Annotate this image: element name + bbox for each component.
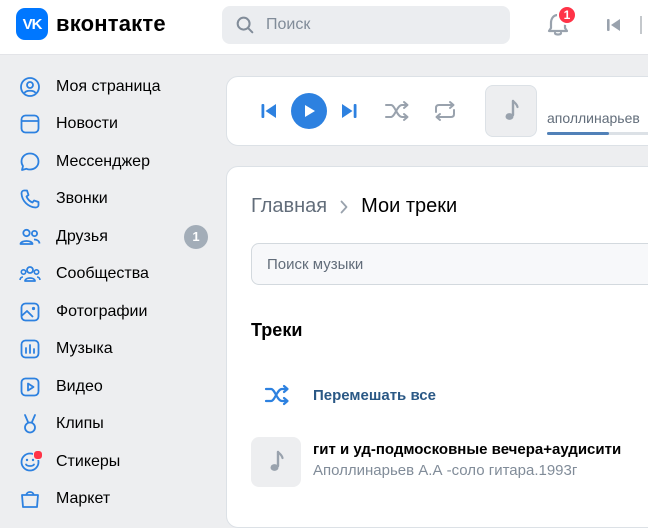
sidebar-item-label: Маркет: [56, 490, 111, 508]
sidebar-item-communities[interactable]: Сообщества: [0, 256, 220, 294]
new-dot-indicator: [33, 450, 43, 460]
sidebar-item-market[interactable]: Маркет: [0, 481, 220, 519]
message-icon: [20, 152, 40, 171]
music-note-icon: [270, 450, 284, 471]
track-cover[interactable]: [485, 85, 537, 137]
vk-logo[interactable]: VK вконтакте: [16, 8, 166, 40]
notification-badge: 1: [557, 5, 577, 25]
sidebar-item-label: Фотографии: [56, 302, 148, 320]
sidebar-item-music[interactable]: Музыка: [0, 331, 220, 369]
sidebar-item-label: Моя страница: [56, 77, 161, 95]
news-icon: [20, 114, 40, 134]
music-search-input[interactable]: Поиск музыки: [251, 243, 648, 285]
sidebar-nav: Моя страница Новости Мессенджер Звонки Д…: [0, 68, 220, 518]
audio-player: аполлинарьев: [226, 76, 648, 146]
phone-icon: [20, 189, 40, 209]
sidebar-item-my-page[interactable]: Моя страница: [0, 68, 220, 106]
header-divider: [640, 16, 642, 34]
track-row[interactable]: гит и уд-подмосковные вечера+аудисити Ап…: [251, 437, 648, 489]
shuffle-icon[interactable]: [383, 98, 411, 124]
sidebar-item-label: Новости: [56, 115, 118, 133]
play-button[interactable]: [291, 93, 327, 129]
shuffle-all-label: Перемешать все: [313, 386, 436, 404]
music-icon: [20, 339, 40, 359]
play-icon: [305, 105, 315, 117]
photo-icon: [20, 302, 40, 322]
sidebar-item-video[interactable]: Видео: [0, 368, 220, 406]
market-icon: [21, 491, 39, 509]
track-cover[interactable]: [251, 437, 301, 487]
vk-logo-icon: VK: [16, 8, 48, 40]
next-track-icon[interactable]: [339, 101, 359, 121]
now-playing-title: аполлинарьев: [547, 110, 640, 126]
communities-icon: [19, 266, 41, 283]
clips-icon: [24, 414, 36, 434]
sidebar-item-clips[interactable]: Клипы: [0, 406, 220, 444]
search-input[interactable]: Поиск: [222, 6, 510, 44]
user-circle-icon: [20, 76, 40, 97]
page-title: Мои треки: [361, 195, 458, 217]
video-icon: [20, 377, 40, 397]
sidebar-item-news[interactable]: Новости: [0, 106, 220, 144]
previous-track-icon[interactable]: [604, 15, 624, 35]
shuffle-all-button[interactable]: Перемешать все: [251, 381, 436, 409]
search-icon: [236, 16, 254, 34]
breadcrumb: Главная Мои треки: [251, 195, 457, 218]
sidebar-item-friends[interactable]: Друзья 1: [0, 218, 220, 256]
music-main-panel: Главная Мои треки Поиск музыки Треки Пер…: [226, 166, 648, 528]
sidebar-item-label: Звонки: [56, 190, 108, 208]
sidebar-item-photos[interactable]: Фотографии: [0, 293, 220, 331]
logo-text: вконтакте: [56, 11, 166, 36]
sidebar-item-label: Видео: [56, 377, 103, 395]
tracks-heading: Треки: [251, 320, 303, 340]
repeat-icon[interactable]: [431, 99, 459, 123]
breadcrumb-home-link[interactable]: Главная: [251, 195, 327, 218]
previous-track-icon[interactable]: [259, 101, 279, 121]
music-search-placeholder: Поиск музыки: [267, 255, 364, 273]
sidebar-item-label: Друзья: [56, 227, 108, 245]
sidebar-item-label: Мессенджер: [56, 152, 150, 170]
track-title: гит и уд-подмосковные вечера+аудисити: [313, 441, 622, 458]
playback-progress-bar[interactable]: [547, 132, 648, 135]
sidebar-item-stickers[interactable]: Стикеры: [0, 443, 220, 481]
shuffle-icon: [264, 384, 289, 406]
top-header: VK вконтакте Поиск 1: [0, 0, 648, 55]
sidebar-item-label: Сообщества: [56, 265, 149, 283]
sidebar-item-calls[interactable]: Звонки: [0, 181, 220, 219]
chevron-right-icon: [340, 200, 348, 213]
track-artist[interactable]: Аполлинарьев А.А -соло гитара.1993г: [313, 462, 577, 479]
music-note-icon: [505, 99, 519, 120]
friends-count-badge: 1: [184, 224, 208, 249]
search-placeholder: Поиск: [266, 16, 311, 33]
sidebar-item-messenger[interactable]: Мессенджер: [0, 143, 220, 181]
playback-progress-fill: [547, 132, 610, 135]
sidebar-item-label: Музыка: [56, 340, 113, 358]
friends-icon: [19, 228, 41, 245]
sidebar-item-label: Стикеры: [56, 452, 121, 470]
sidebar-item-label: Клипы: [56, 415, 104, 433]
